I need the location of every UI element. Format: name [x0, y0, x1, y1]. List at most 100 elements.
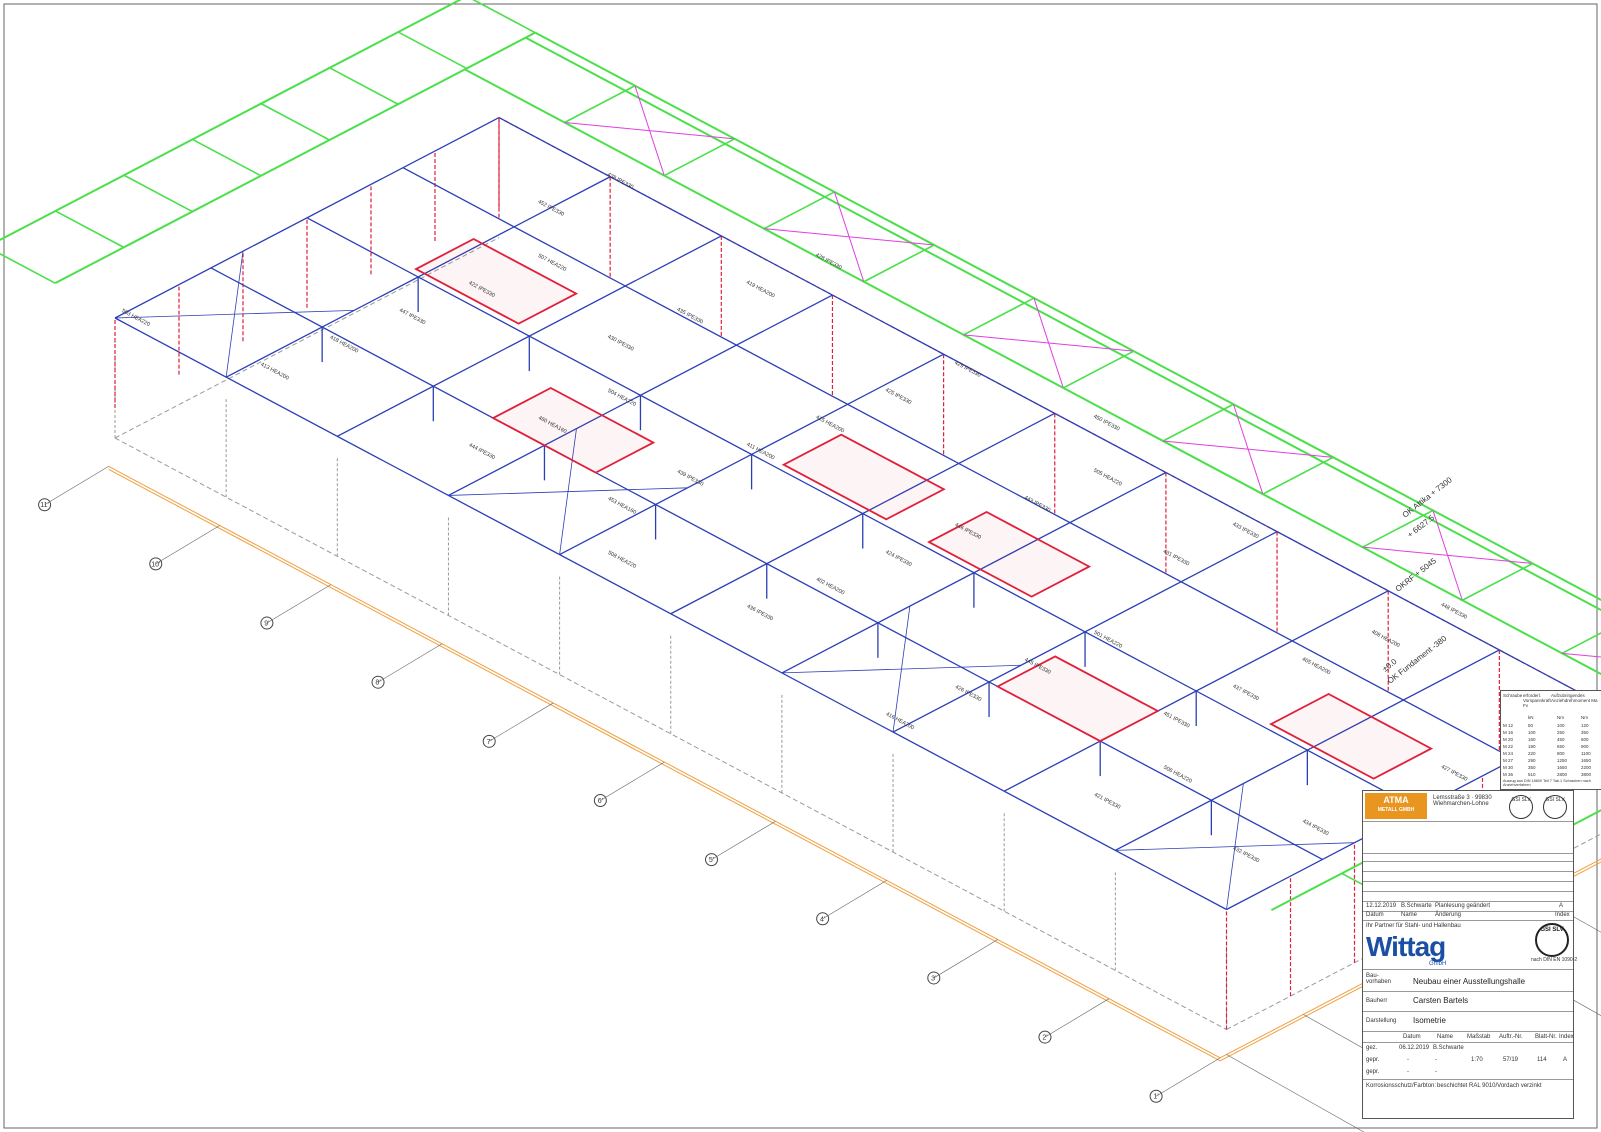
skylight — [995, 655, 1160, 743]
member-label: 432 IPE330 — [1232, 846, 1260, 865]
canopy-rafter — [863, 244, 935, 283]
canopy-rafter — [963, 297, 1035, 336]
member-label: 439 IPE330 — [676, 469, 704, 488]
blatt-value: 114 — [1537, 1057, 1547, 1063]
divider — [1363, 891, 1573, 892]
roof-purlin — [498, 117, 1601, 705]
bolt-cell: 100 — [1557, 723, 1565, 728]
rev-header-index: Index — [1555, 912, 1570, 918]
canopy-rafter — [1561, 632, 1601, 655]
member-label: 508 HEA220 — [607, 550, 637, 570]
atma-logo: ATMA METALL GMBH — [1365, 793, 1427, 819]
canopy-rafter — [1262, 456, 1334, 495]
canopy-rafter — [397, 31, 468, 70]
bolt-cell: 900 — [1581, 744, 1589, 749]
member-label: 427 IPE330 — [1440, 764, 1468, 783]
member-label: 503 HEA220 — [120, 308, 150, 328]
bolt-cell: 1650 — [1581, 758, 1592, 763]
wittag-logo: Wittag — [1366, 931, 1446, 962]
divider — [1363, 821, 1573, 822]
atma-address: Lemsstraße 3 · 99830 Wiehmarchen-Lohne — [1433, 795, 1492, 807]
axis-leader — [933, 939, 998, 979]
gepr2-label: gepr. — [1366, 1069, 1380, 1075]
darstellung-value: Isometrie — [1413, 1016, 1446, 1025]
bolt-cell: M 12 — [1503, 723, 1514, 728]
member-label: 451 IPE330 — [1162, 711, 1190, 730]
korrosion-label: Korrosionsschutz/Farbton: — [1366, 1083, 1437, 1089]
canopy-edge — [0, 0, 462, 241]
bolt-cell: 290 — [1528, 758, 1536, 763]
gepr-label: gepr. — [1366, 1057, 1380, 1063]
bolt-cell: M 36 — [1503, 772, 1514, 777]
annotation-okrf: OKRF + 5045 — [1394, 556, 1439, 594]
gepr-date: - — [1407, 1057, 1409, 1063]
bolt-cell: 250 — [1557, 730, 1565, 735]
divider — [1363, 881, 1573, 882]
member-label: 507 HEA220 — [537, 253, 567, 273]
axis-label: 6' — [598, 798, 603, 805]
skylight — [1269, 692, 1434, 780]
rev-index: A — [1559, 903, 1564, 909]
axis-leader — [489, 702, 554, 742]
axis-leader — [1155, 1057, 1221, 1097]
canopy-rafter — [192, 138, 262, 177]
bolt-cell: 2200 — [1581, 765, 1592, 770]
canopy-rafter — [260, 102, 330, 141]
bolt-cell: 450 — [1557, 737, 1565, 742]
axis-leader — [1044, 998, 1110, 1038]
member-label: 438 IPE330 — [606, 172, 634, 191]
axis-label: 10' — [151, 561, 160, 568]
meta-header-index: Index — [1559, 1034, 1574, 1040]
index-value: A — [1563, 1057, 1568, 1063]
bauvorhaben-label: Bau-vorhaben — [1366, 973, 1392, 985]
member-label: 402 HEA200 — [815, 577, 845, 597]
bolt-sub-nm2: Nm — [1581, 715, 1588, 720]
member-label: 436 IPE330 — [746, 604, 774, 623]
axis-label: 9' — [264, 621, 269, 628]
bolt-table-note: Auszug aus DIN 18800 Teil 7 Tab.1 Schrau… — [1503, 779, 1591, 787]
bolt-sub-nm1: Nm — [1557, 715, 1564, 720]
bolt-cell: 160 — [1528, 737, 1536, 742]
skylight — [781, 433, 946, 521]
gepr2-date: - — [1407, 1069, 1409, 1075]
divider — [1363, 853, 1573, 854]
axis-leader — [711, 820, 776, 860]
bolt-cell: 800 — [1557, 751, 1565, 756]
divider — [1363, 1011, 1573, 1012]
member-label: 421 IPE330 — [1093, 792, 1121, 811]
bolt-cell: M 24 — [1503, 751, 1514, 756]
member-label: 437 IPE330 — [1232, 684, 1260, 703]
axis-leader — [377, 643, 443, 683]
canopy-rafter — [54, 210, 125, 249]
canopy-rafter — [123, 174, 193, 213]
member-label: 413 HEA200 — [259, 362, 289, 382]
axis-label: 3' — [931, 975, 936, 982]
canopy-rafter — [1162, 403, 1234, 442]
meta-header-name: Name — [1437, 1034, 1454, 1040]
axis-label: 7' — [487, 739, 492, 746]
sheet-frame — [3, 3, 1598, 1129]
member-label: 430 IPE330 — [606, 334, 634, 353]
axis-leader — [44, 466, 109, 505]
divider — [1363, 871, 1573, 872]
axis-leader — [155, 525, 220, 565]
bolt-cell: M 20 — [1503, 737, 1514, 742]
axis-label: 11' — [40, 502, 49, 509]
canopy-rafter — [763, 191, 835, 230]
gsi-seal-2: GSI SLV — [1543, 795, 1567, 819]
member-label: 453 HEA160 — [607, 496, 637, 516]
rev-change: Planlesung geändert — [1435, 903, 1491, 909]
member-label: 505 HEA220 — [1092, 468, 1122, 488]
atma-sub: METALL GMBH — [1377, 807, 1415, 813]
rev-date: 12.12.2019 — [1366, 903, 1397, 909]
divider — [1363, 1042, 1573, 1043]
bauherr-value: Carsten Bartels — [1413, 996, 1469, 1005]
divider — [1363, 861, 1573, 862]
axis-leader — [600, 761, 665, 801]
gsi-seal-1: GSI SLV — [1509, 795, 1533, 819]
member-label: 435 IPE330 — [676, 307, 704, 326]
gez-name: B.Schwarte — [1433, 1045, 1464, 1051]
bolt-cell: M 22 — [1503, 744, 1514, 749]
bolt-header-torque: Aufzubringendes Anziehdrehmoment Ma — [1551, 693, 1598, 703]
bauherr-label: Bauherr — [1366, 998, 1388, 1004]
